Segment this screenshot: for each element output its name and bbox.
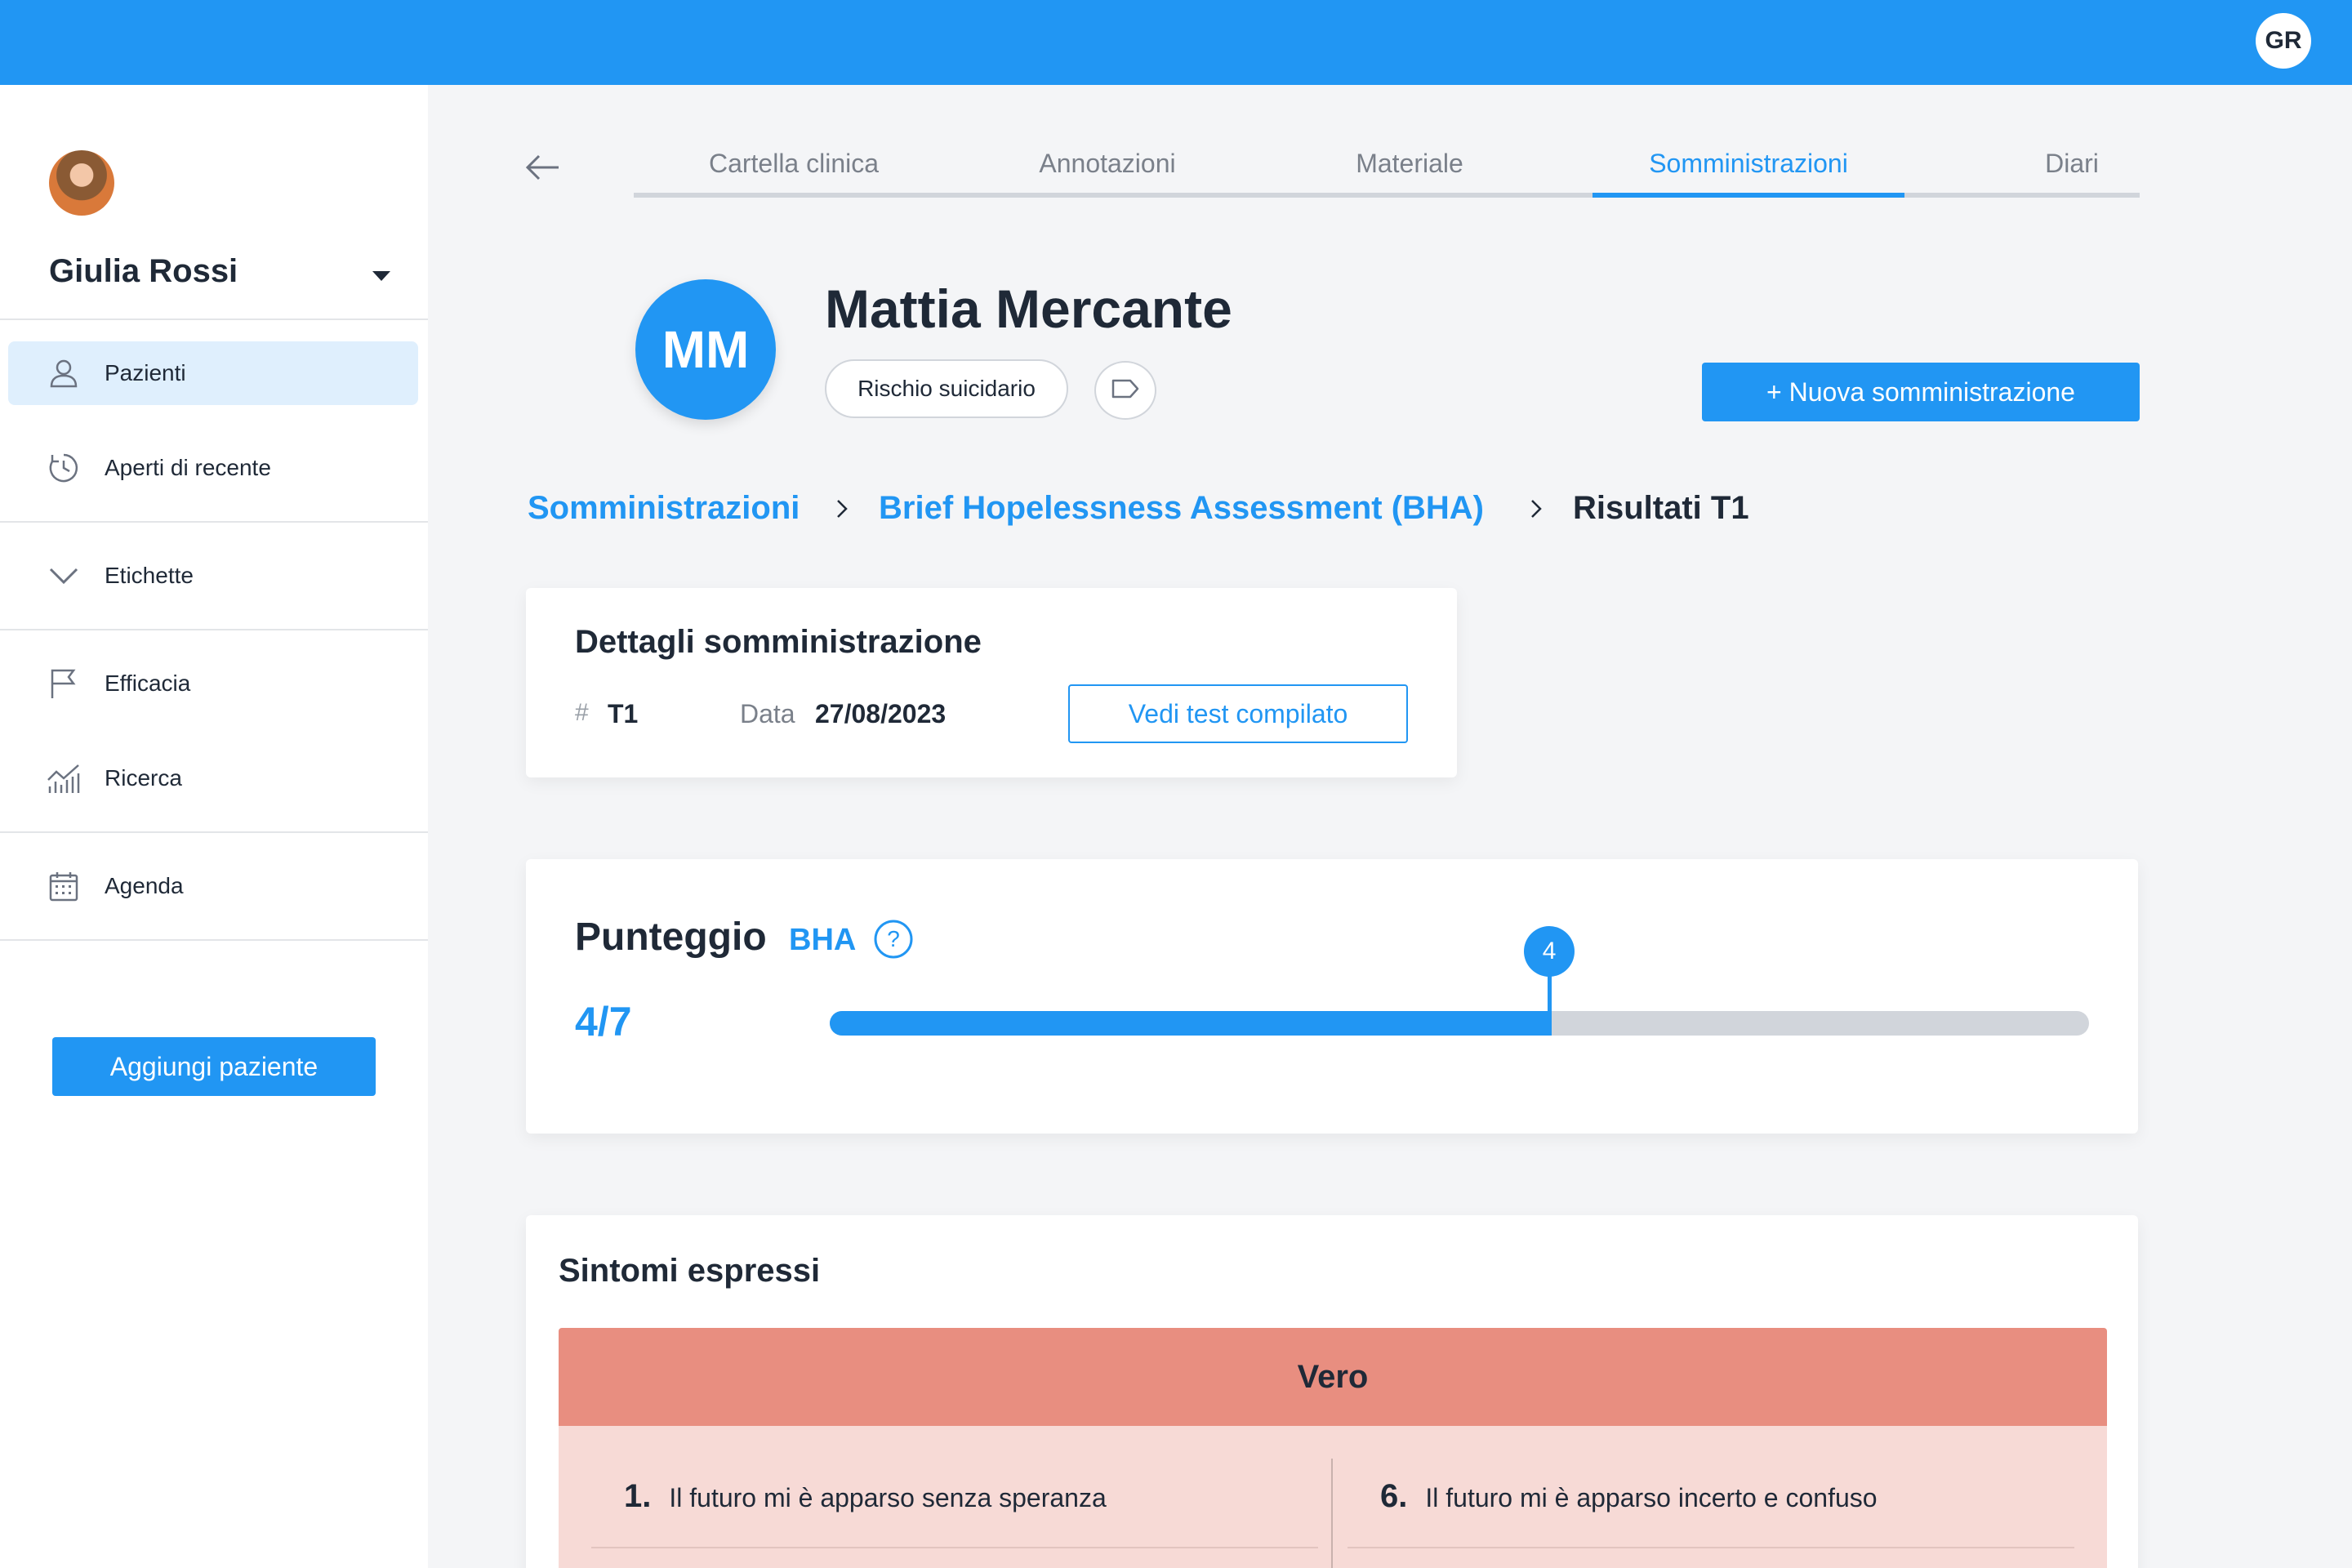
symptom-group-header: Vero (559, 1328, 2107, 1426)
calendar-icon (46, 868, 82, 904)
symptom-item: 1. Il futuro mi è apparso senza speranza (591, 1459, 1318, 1548)
tab-diari[interactable]: Diari (2011, 149, 2133, 179)
sidebar-item-recenti[interactable]: Aperti di recente (8, 436, 418, 500)
sidebar: Giulia Rossi Pazienti Aperti di recente … (0, 85, 428, 1568)
active-tab-indicator (1592, 193, 1904, 198)
divider (0, 318, 428, 320)
score-bar-track (830, 1011, 2089, 1036)
sidebar-item-etichette[interactable]: Etichette (8, 544, 418, 608)
tab-bar-line (634, 193, 2140, 198)
add-tag-button[interactable] (1094, 361, 1156, 420)
sidebar-item-pazienti[interactable]: Pazienti (8, 341, 418, 405)
symptom-text: Il futuro mi è apparso incerto e confuso (1425, 1483, 1878, 1512)
score-marker: 4 (1524, 926, 1575, 1036)
top-bar: GR (0, 0, 2352, 85)
sidebar-item-efficacia[interactable]: Efficacia (8, 652, 418, 715)
tab-bar: Cartella clinica Annotazioni Materiale S… (634, 140, 2140, 198)
score-scale: BHA (789, 923, 857, 957)
symptoms-card: Sintomi espressi Vero 1. Il futuro mi è … (526, 1215, 2138, 1568)
tab-materiale[interactable]: Materiale (1328, 149, 1491, 179)
doctor-photo (49, 150, 114, 216)
svg-text:?: ? (887, 926, 900, 951)
date-value: 27/08/2023 (815, 699, 947, 728)
sidebar-item-label: Efficacia (105, 670, 191, 696)
administration-id: T1 (608, 699, 639, 728)
symptoms-title: Sintomi espressi (559, 1253, 821, 1289)
sidebar-item-label: Aperti di recente (105, 455, 271, 480)
risk-tag-chip[interactable]: Rischio suicidario (825, 359, 1068, 418)
score-card: Punteggio BHA ? 4/7 4 (526, 859, 2138, 1134)
breadcrumb-bha[interactable]: Brief Hopelessness Assessment (BHA) (879, 490, 1484, 527)
score-bar-fill (830, 1011, 1550, 1036)
score-marker-label: 4 (1524, 926, 1575, 977)
chevron-right-icon (1531, 500, 1542, 518)
details-title: Dettagli somministrazione (575, 624, 982, 660)
sidebar-item-ricerca[interactable]: Ricerca (8, 746, 418, 810)
sidebar-item-label: Pazienti (105, 360, 186, 385)
add-patient-button[interactable]: Aggiungi paziente (52, 1037, 376, 1096)
caret-down-icon[interactable] (372, 271, 390, 281)
help-icon[interactable]: ? (872, 918, 915, 960)
divider (0, 939, 428, 941)
patient-avatar: MM (635, 279, 776, 420)
symptom-group-body: 1. Il futuro mi è apparso senza speranza… (559, 1426, 2107, 1568)
divider (0, 521, 428, 523)
symptom-item: 6. Il futuro mi è apparso incerto e conf… (1348, 1459, 2074, 1548)
tab-cartella-clinica[interactable]: Cartella clinica (679, 149, 908, 179)
view-test-button[interactable]: Vedi test compilato (1068, 684, 1408, 743)
hash-icon: # (575, 699, 589, 726)
divider (0, 629, 428, 630)
chevron-right-icon (837, 500, 848, 518)
clock-icon (46, 450, 82, 486)
doctor-name[interactable]: Giulia Rossi (49, 253, 238, 290)
score-value: 4/7 (575, 999, 632, 1045)
new-administration-button[interactable]: + Nuova somministrazione (1702, 363, 2140, 421)
breadcrumb-somministrazioni[interactable]: Somministrazioni (528, 490, 800, 527)
score-marker-stem (1548, 975, 1552, 1036)
breadcrumb-current: Risultati T1 (1573, 490, 1749, 526)
score-title: Punteggio (575, 915, 767, 959)
chevron-down-icon (46, 558, 82, 594)
details-card: Dettagli somministrazione # T1 Data 27/0… (526, 588, 1457, 777)
symptom-number: 6. (1380, 1478, 1408, 1514)
patient-name: Mattia Mercante (825, 278, 1232, 339)
tab-annotazioni[interactable]: Annotazioni (1018, 149, 1197, 179)
sidebar-item-label: Etichette (105, 563, 194, 588)
sidebar-item-label: Agenda (105, 873, 184, 898)
symptom-number: 1. (624, 1478, 652, 1514)
tab-somministrazioni[interactable]: Somministrazioni (1592, 149, 1904, 179)
chart-icon (46, 760, 82, 796)
column-divider (1331, 1459, 1333, 1568)
sidebar-item-label: Ricerca (105, 765, 182, 791)
sidebar-item-agenda[interactable]: Agenda (8, 854, 418, 918)
tag-icon (1111, 377, 1140, 404)
user-avatar[interactable]: GR (2256, 13, 2311, 69)
back-arrow-icon[interactable] (523, 147, 564, 188)
user-icon (46, 355, 82, 391)
symptom-text: Il futuro mi è apparso senza speranza (669, 1483, 1107, 1512)
flag-icon (46, 666, 82, 702)
divider (0, 831, 428, 833)
date-label: Data (740, 699, 795, 728)
